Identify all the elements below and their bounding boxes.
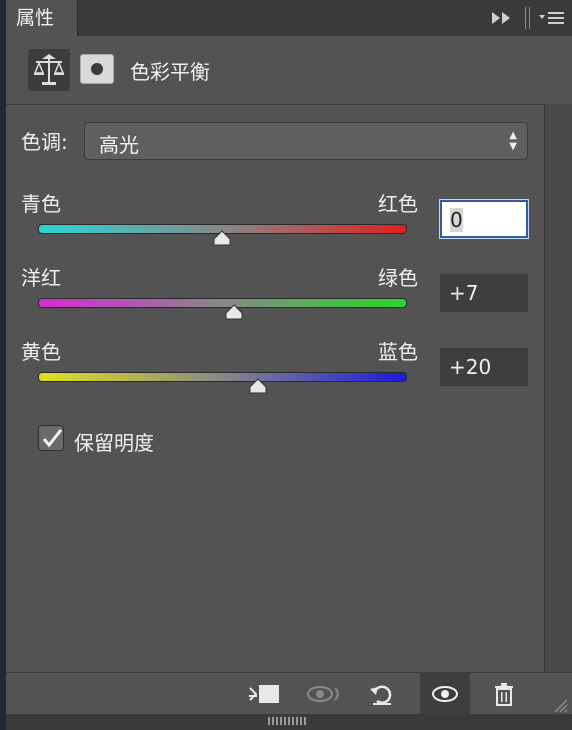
header-divider [6, 104, 572, 105]
tone-selected-value: 高光 [99, 133, 139, 157]
panel-bottom-bar [6, 714, 572, 730]
green-label: 绿色 [378, 266, 418, 290]
magenta-label: 洋红 [21, 266, 61, 290]
resize-grip-icon[interactable] [550, 695, 568, 713]
clip-to-layer-icon[interactable] [242, 673, 286, 715]
tone-select[interactable]: 高光 ▲ ▼ [84, 122, 528, 160]
color-balance-icon[interactable] [28, 49, 70, 91]
preserve-luminosity-label: 保留明度 [74, 431, 154, 455]
view-previous-icon[interactable] [300, 673, 348, 715]
red-label: 红色 [378, 192, 418, 216]
tone-label: 色调: [21, 130, 68, 154]
yellow-blue-value-input[interactable]: +20 [440, 348, 528, 386]
layer-mask-icon[interactable] [80, 54, 114, 84]
panel-footer [6, 672, 572, 715]
drag-handle-icon[interactable] [268, 717, 308, 725]
checkmark-icon [42, 429, 63, 448]
magenta-green-value-input[interactable]: +7 [440, 274, 528, 312]
blue-label: 蓝色 [378, 340, 418, 364]
cyan-red-value: 0 [450, 208, 463, 232]
magenta-green-thumb[interactable] [223, 304, 245, 320]
collapse-panel-icon[interactable] [490, 0, 516, 36]
yellow-label: 黄色 [21, 340, 61, 364]
yellow-blue-thumb[interactable] [247, 378, 269, 394]
visibility-eye-icon[interactable] [420, 673, 470, 715]
trash-icon[interactable] [482, 673, 526, 715]
properties-panel: 属性 色彩平衡 色调: 高光 ▲ ▼ 青色 红色 0 洋红 绿色 +7 黄色 蓝… [6, 0, 572, 730]
adjustment-title: 色彩平衡 [130, 60, 210, 84]
cyan-red-value-input[interactable]: 0 [439, 199, 529, 239]
separator-grip-icon [524, 0, 532, 36]
reset-icon[interactable] [358, 673, 406, 715]
panel-scroll-area[interactable] [544, 104, 572, 672]
panel-tab-bar: 属性 [6, 0, 572, 37]
adjustment-header: 色彩平衡 [6, 36, 572, 104]
select-arrows-icon: ▲ ▼ [509, 130, 517, 152]
cyan-red-thumb[interactable] [211, 230, 233, 246]
preserve-luminosity-checkbox[interactable] [38, 425, 64, 451]
cyan-label: 青色 [21, 192, 61, 216]
tab-properties[interactable]: 属性 [6, 0, 78, 36]
panel-menu-icon[interactable] [538, 0, 568, 36]
yellow-blue-track[interactable] [38, 372, 407, 382]
